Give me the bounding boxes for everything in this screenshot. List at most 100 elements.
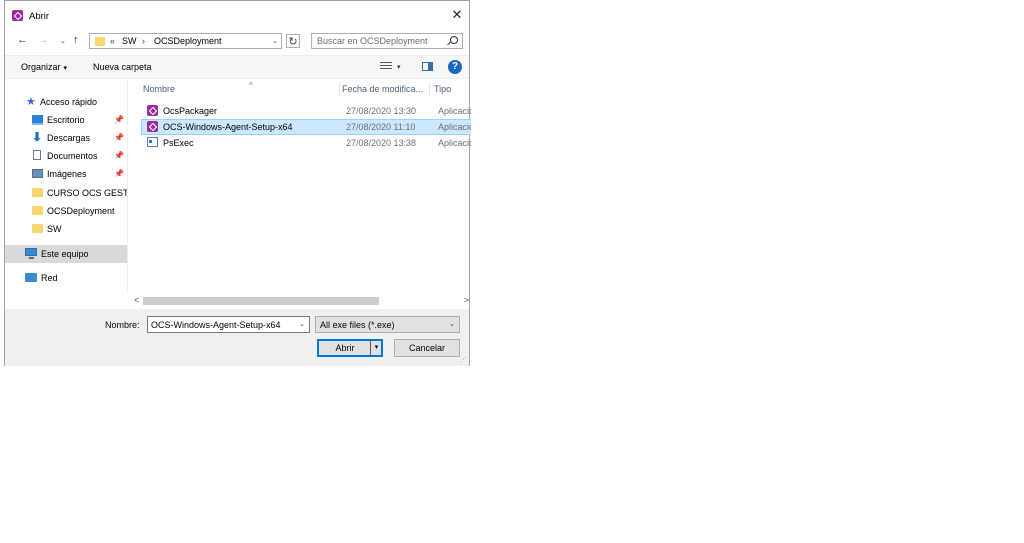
sidebar-item-label: CURSO OCS GESTIO xyxy=(47,188,128,198)
document-icon xyxy=(33,150,41,160)
title-bar: Abrir ✕ xyxy=(5,1,469,31)
pin-icon: 📌 xyxy=(114,169,124,178)
app-icon xyxy=(147,121,158,132)
app-icon xyxy=(12,10,23,21)
sidebar-item-pictures[interactable]: Imágenes 📌 xyxy=(5,165,127,183)
refresh-button[interactable]: ↻ xyxy=(286,34,300,48)
chevron-down-icon[interactable]: ⌄ xyxy=(299,320,305,328)
file-name: OCS-Windows-Agent-Setup-x64 xyxy=(163,122,293,132)
sidebar-item-sw[interactable]: SW xyxy=(5,220,127,238)
address-dropdown-icon[interactable]: ⌄ xyxy=(272,37,278,45)
desktop-icon xyxy=(32,115,43,125)
breadcrumb-ocsdeployment[interactable]: OCSDeployment xyxy=(154,36,222,46)
column-label: Nombre xyxy=(143,84,176,94)
breadcrumb-sw[interactable]: SW xyxy=(122,36,137,46)
sidebar-item-quick-access[interactable]: ★ Acceso rápido xyxy=(5,93,127,111)
address-bar[interactable]: « SW › OCSDeployment ⌄ xyxy=(89,33,282,49)
sidebar-item-downloads[interactable]: ⬇ Descargas 📌 xyxy=(5,129,127,147)
open-options-chevron-icon[interactable]: ▾ xyxy=(370,340,382,356)
file-type: Aplicació xyxy=(438,106,471,116)
back-icon[interactable]: ← xyxy=(17,34,28,46)
sidebar-item-label: Descargas xyxy=(47,133,91,143)
sidebar-item-curso-ocs[interactable]: CURSO OCS GESTIO xyxy=(5,184,127,202)
sidebar-item-label: Acceso rápido xyxy=(40,97,98,107)
column-divider[interactable] xyxy=(339,82,340,96)
organize-label: Organizar xyxy=(21,62,61,72)
star-icon: ★ xyxy=(26,96,36,108)
chevron-down-icon: ▾ xyxy=(63,65,68,72)
open-button[interactable]: Abrir ▾ xyxy=(317,339,383,357)
scroll-right-icon[interactable]: > xyxy=(464,295,469,305)
file-type: Aplicació xyxy=(438,122,471,132)
scroll-left-icon[interactable]: < xyxy=(134,295,139,305)
open-file-dialog: Abrir ✕ ← → ⌄ ↑ « SW › OCSDeployment ⌄ ↻… xyxy=(4,0,471,366)
sidebar-item-label: SW xyxy=(47,224,62,234)
download-icon: ⬇ xyxy=(32,130,43,144)
organize-menu-button[interactable]: Organizar ▾ xyxy=(21,62,67,72)
preview-pane-icon[interactable] xyxy=(422,62,433,71)
folder-icon xyxy=(32,224,43,233)
new-folder-button[interactable]: Nueva carpeta xyxy=(93,62,152,72)
column-divider[interactable] xyxy=(429,82,430,96)
pictures-icon xyxy=(32,169,43,178)
breadcrumb-overflow[interactable]: « xyxy=(110,36,115,46)
file-name: OcsPackager xyxy=(163,106,218,116)
file-row[interactable]: OcsPackager 27/08/2020 13:30 Aplicació xyxy=(141,103,471,119)
column-header-type[interactable]: Tipo xyxy=(434,84,451,94)
navigation-bar: ← → ⌄ ↑ « SW › OCSDeployment ⌄ ↻ xyxy=(5,33,469,51)
folder-icon xyxy=(32,206,43,215)
breadcrumb-separator[interactable]: › xyxy=(142,36,145,46)
file-type: Aplicació xyxy=(438,138,471,148)
sidebar-item-label: Imágenes xyxy=(47,169,87,179)
network-icon xyxy=(25,273,37,282)
sidebar-item-label: Documentos xyxy=(47,151,98,161)
scrollbar-thumb[interactable] xyxy=(143,297,379,305)
sidebar-item-this-pc[interactable]: Este equipo xyxy=(5,245,127,263)
cancel-button[interactable]: Cancelar xyxy=(394,339,460,357)
search-input[interactable] xyxy=(312,34,447,48)
file-row-selected[interactable]: OCS-Windows-Agent-Setup-x64 27/08/2020 1… xyxy=(141,119,471,135)
dialog-title: Abrir xyxy=(29,11,50,22)
help-icon[interactable]: ? xyxy=(448,60,462,74)
chevron-down-icon: ⌄ xyxy=(449,321,455,328)
column-header-name[interactable]: Nombre ^ xyxy=(143,81,253,94)
sidebar-item-ocsdeployment[interactable]: OCSDeployment xyxy=(5,202,127,220)
view-options-chevron-icon[interactable]: ▾ xyxy=(397,63,401,71)
pin-icon: 📌 xyxy=(114,133,124,142)
file-name-combobox[interactable]: ⌄ xyxy=(147,316,310,333)
search-icon[interactable] xyxy=(450,36,458,44)
sidebar-item-documents[interactable]: Documentos 📌 xyxy=(5,147,127,165)
file-list: Nombre ^ Fecha de modifica... Tipo OcsPa… xyxy=(129,80,471,292)
open-button-label: Abrir xyxy=(335,343,355,353)
change-view-icon[interactable] xyxy=(380,62,392,72)
file-row[interactable]: PsExec 27/08/2020 13:38 Aplicació xyxy=(141,135,471,151)
sidebar-item-network[interactable]: Red xyxy=(5,269,127,287)
file-type-filter-select[interactable]: All exe files (*.exe) ⌄ xyxy=(315,316,460,333)
dialog-footer: Nombre: ⌄ All exe files (*.exe) ⌄ Abrir … xyxy=(5,309,469,366)
file-date: 27/08/2020 11:10 xyxy=(346,122,416,132)
file-date: 27/08/2020 13:30 xyxy=(346,106,417,116)
file-name: PsExec xyxy=(163,138,194,148)
this-pc-icon xyxy=(25,248,37,259)
sidebar-item-label: Red xyxy=(41,273,58,283)
file-date: 27/08/2020 13:38 xyxy=(346,138,417,148)
exe-icon xyxy=(147,137,158,147)
command-bar: Organizar ▾ Nueva carpeta ▾ ? xyxy=(5,55,469,79)
sidebar-item-label: Escritorio xyxy=(47,115,85,125)
up-folder-icon[interactable]: ↑ xyxy=(73,34,79,46)
navigation-pane: ★ Acceso rápido Escritorio 📌 ⬇ Descargas… xyxy=(5,80,128,292)
sidebar-item-desktop[interactable]: Escritorio 📌 xyxy=(5,111,127,129)
sort-ascending-icon: ^ xyxy=(249,81,253,90)
file-name-input[interactable] xyxy=(148,317,291,332)
close-button[interactable]: ✕ xyxy=(449,7,465,23)
pin-icon: 📌 xyxy=(114,115,124,124)
folder-icon xyxy=(95,37,105,46)
recent-locations-chevron-icon[interactable]: ⌄ xyxy=(60,37,66,45)
forward-icon[interactable]: → xyxy=(37,34,48,46)
horizontal-scrollbar[interactable]: < > xyxy=(129,293,471,307)
column-header-date[interactable]: Fecha de modifica... xyxy=(342,84,423,94)
search-box[interactable] xyxy=(311,33,463,49)
file-type-filter-value: All exe files (*.exe) xyxy=(320,320,395,330)
resize-grip-icon[interactable]: ⋰ xyxy=(460,356,467,364)
sidebar-item-label: OCSDeployment xyxy=(47,206,115,216)
